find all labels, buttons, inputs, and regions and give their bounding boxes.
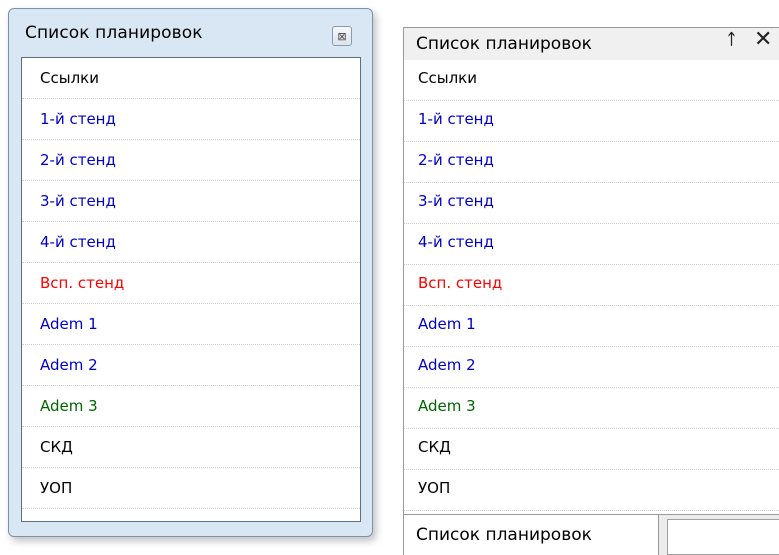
list-item[interactable]: 3-й стенд [404, 183, 779, 224]
list-item[interactable]: Всп. стенд [404, 265, 779, 306]
list-item[interactable]: 1-й стенд [22, 99, 360, 140]
list-item[interactable]: 4-й стенд [22, 222, 360, 263]
list-item-label: 3-й стенд [40, 192, 116, 210]
list-item[interactable]: 2-й стенд [404, 142, 779, 183]
list-item-label: УОП [40, 479, 73, 497]
layout-list[interactable]: Ссылки 1-й стенд 2-й стенд 3-й стенд 4-й… [403, 60, 779, 515]
list-item-label: Adem 2 [40, 356, 98, 374]
list-item-label: СКД [418, 438, 451, 456]
list-item[interactable]: 2-й стенд [22, 140, 360, 181]
list-item[interactable]: 3-й стенд [22, 181, 360, 222]
list-item-label: Ссылки [40, 69, 99, 87]
list-item-label: Ссылки [418, 69, 477, 87]
tab-label: Список планировок [416, 525, 592, 545]
list-item-label: 2-й стенд [418, 151, 494, 169]
list-item-label: 2-й стенд [40, 151, 116, 169]
screen: Список планировок ⊠ Ссылки 1-й стенд 2-й… [0, 0, 779, 555]
layout-list[interactable]: Ссылки 1-й стенд 2-й стенд 3-й стенд 4-й… [21, 57, 361, 522]
window-title: Список планировок [25, 23, 203, 43]
list-item[interactable]: Всп. стенд [22, 263, 360, 304]
close-icon: ⊠ [337, 29, 347, 43]
list-item-label: Всп. стенд [40, 274, 125, 292]
tab-layout-list[interactable]: Список планировок [403, 515, 659, 555]
panel-tab-strip: Список планировок [403, 515, 779, 555]
list-item-label: 4-й стенд [418, 233, 494, 251]
list-item[interactable]: Adem 1 [404, 306, 779, 347]
list-item[interactable]: УОП [404, 470, 779, 511]
list-item-label: СКД [40, 438, 73, 456]
tab-empty [667, 519, 779, 555]
list-item[interactable]: Ссылки [404, 60, 779, 101]
list-item[interactable]: Adem 2 [404, 347, 779, 388]
close-icon[interactable]: ✕ [754, 29, 772, 51]
pin-icon[interactable]: ᛏ [727, 32, 736, 47]
list-item[interactable]: Adem 3 [404, 388, 779, 429]
list-item-label: 3-й стенд [418, 192, 494, 210]
list-item-label: Adem 1 [40, 315, 98, 333]
list-item[interactable]: СКД [22, 427, 360, 468]
list-item-label: Adem 2 [418, 356, 476, 374]
list-item-label: УОП [418, 479, 451, 497]
list-item[interactable]: Adem 2 [22, 345, 360, 386]
list-item-label: Adem 3 [418, 397, 476, 415]
list-item[interactable]: Adem 1 [22, 304, 360, 345]
list-item[interactable]: СКД [404, 429, 779, 470]
list-item-label: 1-й стенд [418, 110, 494, 128]
list-item-label: 4-й стенд [40, 233, 116, 251]
list-item[interactable]: 1-й стенд [404, 101, 779, 142]
list-item-label: Всп. стенд [418, 274, 503, 292]
list-item-label: Adem 3 [40, 397, 98, 415]
docked-layout-list-panel[interactable]: Список планировок ᛏ ✕ Ссылки 1-й стенд 2… [403, 27, 779, 555]
list-item-label: Adem 1 [418, 315, 476, 333]
panel-header[interactable]: Список планировок ᛏ ✕ [403, 27, 779, 60]
panel-title: Список планировок [416, 34, 592, 54]
list-item[interactable]: Adem 3 [22, 386, 360, 427]
list-item[interactable]: УОП [22, 468, 360, 509]
list-item[interactable]: Ссылки [22, 58, 360, 99]
list-item-label: 1-й стенд [40, 110, 116, 128]
floating-layout-list-window[interactable]: Список планировок ⊠ Ссылки 1-й стенд 2-й… [8, 8, 373, 537]
close-button[interactable]: ⊠ [332, 26, 352, 46]
list-item[interactable]: 4-й стенд [404, 224, 779, 265]
